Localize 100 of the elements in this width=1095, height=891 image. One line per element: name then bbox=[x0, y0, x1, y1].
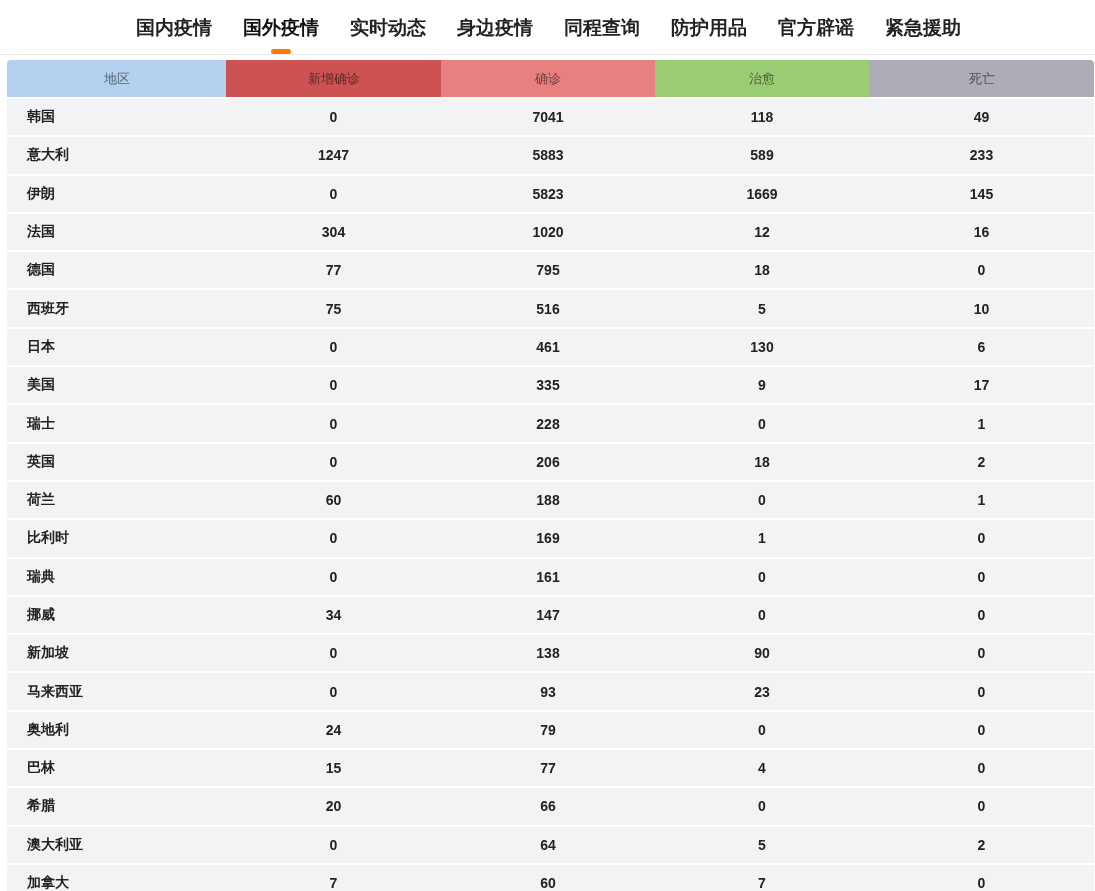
table-cell-text: 169 bbox=[535, 529, 561, 549]
table-cell-text: 5 bbox=[757, 299, 767, 319]
table-cell-text: 1 bbox=[976, 414, 987, 434]
table-cell-text: 16 bbox=[972, 223, 991, 243]
table-cell-text: 188 bbox=[535, 491, 561, 511]
table-cell-text: 60 bbox=[539, 874, 557, 891]
table-cell-text: 75 bbox=[324, 299, 343, 319]
table-cell-text: 0 bbox=[328, 414, 339, 434]
table-cell-text: 0 bbox=[976, 644, 987, 664]
table-cell-text: 5823 bbox=[531, 184, 565, 204]
table-cell-text: 18 bbox=[753, 452, 771, 472]
table-cell-text: 0 bbox=[757, 567, 767, 587]
table-cell-text: 335 bbox=[535, 376, 561, 396]
table-cell-text: 0 bbox=[976, 529, 987, 549]
table-cell-text: 130 bbox=[749, 337, 775, 357]
table-cell-text: 49 bbox=[972, 108, 991, 128]
table-cell-text: 66 bbox=[539, 797, 557, 817]
table-cell-text: 233 bbox=[968, 146, 995, 166]
table-cell-text: 18 bbox=[753, 261, 771, 281]
table-cell-text: 0 bbox=[757, 606, 767, 625]
nav-tab[interactable]: 国外疫情 bbox=[243, 0, 319, 54]
nav-tab[interactable]: 紧急援助 bbox=[885, 0, 961, 54]
region-cell-text: 意大利 bbox=[25, 145, 70, 165]
table-cell-text: 516 bbox=[535, 299, 561, 319]
table-cell-text: 0 bbox=[328, 682, 339, 702]
table-cell-text: 0 bbox=[328, 184, 339, 204]
table-cell-text: 9 bbox=[757, 376, 767, 396]
table-cell-text: 0 bbox=[328, 376, 339, 396]
active-tab-indicator bbox=[271, 49, 291, 54]
table-cell-text: 118 bbox=[749, 108, 775, 128]
nav-tab[interactable]: 实时动态 bbox=[350, 0, 426, 54]
column-header: 死亡 bbox=[869, 60, 1094, 97]
table-cell-text: 0 bbox=[976, 567, 987, 587]
table-cell-text: 1020 bbox=[531, 223, 565, 243]
table-cell-text: 90 bbox=[753, 644, 771, 664]
table-cell-text: 0 bbox=[757, 720, 767, 740]
table-cell-text: 12 bbox=[753, 223, 771, 243]
table-cell-text: 0 bbox=[757, 414, 767, 434]
table-cell-text: 138 bbox=[535, 644, 561, 664]
table-cell-text: 461 bbox=[535, 337, 561, 357]
table-cell-text: 5 bbox=[757, 835, 767, 855]
table-cell-text: 7 bbox=[757, 874, 767, 891]
table-cell-text: 0 bbox=[328, 529, 339, 549]
region-cell-text: 荷兰 bbox=[26, 490, 56, 510]
nav-tab[interactable]: 国内疫情 bbox=[136, 0, 212, 54]
region-cell-text: 法国 bbox=[26, 222, 56, 242]
nav-tab[interactable]: 同程查询 bbox=[564, 0, 640, 54]
table-cell-text: 0 bbox=[757, 797, 767, 817]
column-header: 新增确诊 bbox=[226, 60, 441, 97]
table-cell-text: 0 bbox=[976, 720, 987, 740]
region-cell-text: 挪威 bbox=[26, 605, 56, 624]
region-cell-text: 澳大利亚 bbox=[26, 834, 84, 854]
table-cell-text: 20 bbox=[324, 797, 343, 817]
table-cell-text: 4 bbox=[757, 759, 767, 779]
table-cell-text: 77 bbox=[324, 261, 343, 281]
table-cell-text: 15 bbox=[324, 759, 343, 779]
region-cell-text: 伊朗 bbox=[26, 183, 56, 203]
table-cell-text: 0 bbox=[976, 682, 987, 702]
column-header: 地区 bbox=[7, 60, 226, 97]
table-cell-text: 1669 bbox=[745, 184, 779, 204]
table-cell-text: 5883 bbox=[531, 146, 565, 166]
region-cell-text: 比利时 bbox=[26, 528, 70, 548]
table-cell-text: 2 bbox=[976, 835, 987, 855]
table-cell-text: 2 bbox=[976, 452, 987, 472]
table-cell-text: 0 bbox=[328, 337, 339, 357]
table-cell-text: 161 bbox=[535, 567, 561, 587]
region-cell-text: 西班牙 bbox=[26, 298, 70, 318]
table-cell-text: 228 bbox=[535, 414, 561, 434]
table-cell-text: 0 bbox=[976, 797, 987, 817]
table-cell-text: 147 bbox=[535, 606, 561, 625]
table-cell-text: 0 bbox=[757, 491, 767, 511]
nav-tab[interactable]: 官方辟谣 bbox=[778, 0, 854, 54]
table-cell-text: 93 bbox=[539, 682, 557, 702]
region-cell-text: 新加坡 bbox=[26, 643, 70, 663]
table-cell-text: 145 bbox=[968, 184, 995, 204]
table-cell-text: 1247 bbox=[316, 146, 351, 166]
table-cell-text: 0 bbox=[976, 606, 987, 625]
table-cell-text: 79 bbox=[539, 720, 557, 740]
table-cell-text: 0 bbox=[328, 835, 339, 855]
table-cell-text: 0 bbox=[976, 759, 987, 779]
table-cell-text: 0 bbox=[328, 567, 339, 587]
table-cell-text: 589 bbox=[749, 146, 775, 166]
region-cell-text: 日本 bbox=[26, 336, 56, 356]
table-cell-text: 1 bbox=[757, 529, 767, 549]
table-cell-text: 206 bbox=[535, 452, 561, 472]
region-cell-text: 德国 bbox=[26, 260, 56, 280]
nav-tab[interactable]: 防护用品 bbox=[671, 0, 747, 54]
table-cell-text: 60 bbox=[324, 491, 343, 511]
table-cell-text: 24 bbox=[324, 720, 343, 740]
column-header: 确诊 bbox=[441, 60, 655, 97]
nav-tab[interactable]: 身边疫情 bbox=[457, 0, 533, 54]
table-cell-text: 0 bbox=[328, 108, 339, 128]
region-cell-text: 希腊 bbox=[26, 796, 56, 816]
region-cell-text: 加拿大 bbox=[26, 873, 70, 891]
table-cell-text: 7 bbox=[328, 874, 339, 891]
region-cell-text: 瑞典 bbox=[25, 566, 56, 586]
region-cell-text: 马来西亚 bbox=[26, 681, 84, 701]
table-cell-text: 23 bbox=[753, 682, 771, 702]
table-cell-text: 34 bbox=[324, 606, 343, 625]
table-cell-text: 17 bbox=[972, 376, 991, 396]
